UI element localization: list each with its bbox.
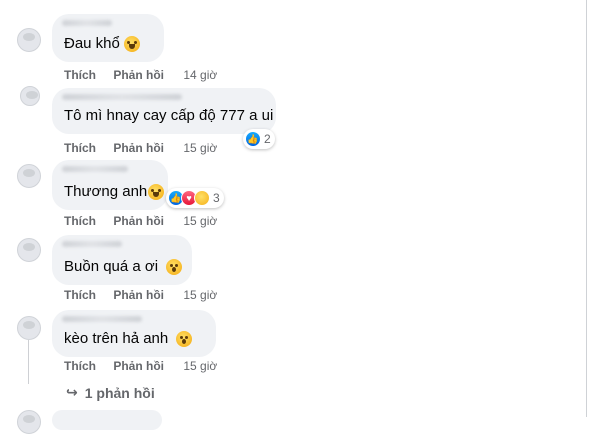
comment-text-value: kèo trên hả anh (64, 330, 169, 347)
like-button[interactable]: Thích (64, 141, 96, 155)
scream-emoji (176, 331, 193, 347)
comment-time[interactable]: 14 giờ (183, 68, 217, 82)
comment-text-value: Buồn quá a ơi (64, 258, 159, 275)
rofl-emoji (148, 184, 165, 200)
comment-bubble: kèo trên hả anh (52, 310, 216, 357)
like-button[interactable]: Thích (64, 68, 96, 82)
avatar[interactable] (17, 410, 41, 434)
comment-actions: Thích Phản hồi 15 giờ (64, 141, 217, 155)
reaction-count: 2 (264, 132, 271, 146)
reply-thread-line (28, 340, 29, 384)
comment-bubble: Buồn quá a ơi (52, 235, 192, 285)
reaction-summary[interactable]: 👍 2 (243, 129, 275, 149)
comment-time[interactable]: 15 giờ (183, 214, 217, 228)
view-replies-label: 1 phản hồi (84, 384, 155, 401)
panel-border (586, 0, 587, 417)
comment-actions: Thích Phản hồi 14 giờ (64, 68, 217, 82)
avatar[interactable] (20, 86, 40, 106)
comment-text-value: Đau khổ (64, 35, 120, 52)
like-button[interactable]: Thích (64, 288, 96, 302)
comment-bubble: Đau khổ (52, 14, 164, 62)
comment-time[interactable]: 15 giờ (183, 359, 217, 373)
reaction-count: 3 (213, 191, 220, 205)
comment-actions: Thích Phản hồi 15 giờ (64, 288, 217, 302)
reply-arrow-icon: ↪ (66, 384, 78, 400)
reply-button[interactable]: Phản hồi (113, 288, 164, 302)
author-name-redacted[interactable] (62, 166, 128, 172)
comment-time[interactable]: 15 giờ (183, 141, 217, 155)
author-name-redacted[interactable] (62, 20, 112, 26)
comment-actions: Thích Phản hồi 15 giờ (64, 359, 217, 373)
like-button[interactable]: Thích (64, 359, 96, 373)
reply-button[interactable]: Phản hồi (113, 214, 164, 228)
like-button[interactable]: Thích (64, 214, 96, 228)
author-name-redacted[interactable] (62, 316, 142, 322)
comment-bubble: Thương anh (52, 160, 168, 210)
comment-text: Buồn quá a ơi (64, 258, 183, 276)
comment-time[interactable]: 15 giờ (183, 288, 217, 302)
wow-emoji (166, 259, 183, 275)
view-replies-link[interactable]: ↪ 1 phản hồi (66, 384, 155, 401)
comment-text-value: Tô mì hnay cay cấp độ 777 a ui (64, 107, 274, 124)
comment-text: Thương anh (64, 183, 165, 201)
author-name-redacted[interactable] (62, 94, 182, 100)
comment-actions: Thích Phản hồi 15 giờ (64, 214, 217, 228)
comment-text-value: Thương anh (64, 183, 148, 200)
avatar[interactable] (17, 28, 41, 52)
reply-button[interactable]: Phản hồi (113, 68, 164, 82)
like-icon: 👍 (245, 131, 261, 147)
laughing-emoji (123, 36, 140, 52)
author-name-redacted[interactable] (62, 241, 122, 247)
comment-text: kèo trên hả anh (64, 330, 193, 348)
comment-text: Tô mì hnay cay cấp độ 777 a ui (64, 107, 273, 125)
reaction-summary[interactable]: 👍 ♥ 3 (166, 188, 224, 208)
reply-button[interactable]: Phản hồi (113, 141, 164, 155)
comment-bubble (52, 410, 162, 430)
comment-text: Đau khổ (64, 35, 140, 53)
avatar[interactable] (17, 316, 41, 340)
avatar[interactable] (17, 164, 41, 188)
haha-icon (194, 190, 210, 206)
avatar[interactable] (17, 238, 41, 262)
comment-bubble: Tô mì hnay cay cấp độ 777 a ui (52, 88, 276, 134)
reply-button[interactable]: Phản hồi (113, 359, 164, 373)
